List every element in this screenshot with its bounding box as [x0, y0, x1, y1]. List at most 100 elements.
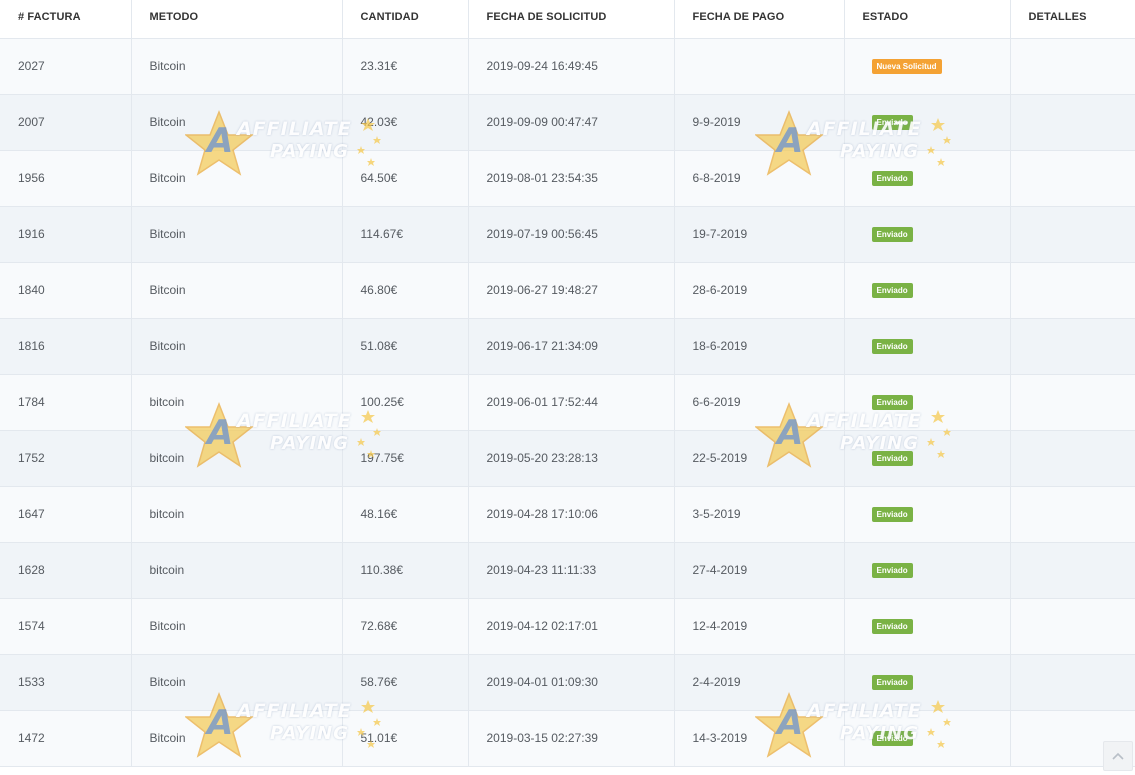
cell-factura: 1816 [0, 318, 132, 375]
invoice-page: # FACTURA METODO CANTIDAD FECHA DE SOLIC… [0, 0, 1135, 775]
cell-metodo: bitcoin [131, 542, 343, 599]
cell-fecha-pago: 2-4-2019 [674, 654, 845, 711]
cell-metodo: Bitcoin [131, 598, 343, 655]
table-row: 1840 Bitcoin 46.80€ 2019-06-27 19:48:27 28-6… [0, 262, 1135, 319]
cell-fecha-pago: 19-7-2019 [674, 206, 845, 263]
cell-fecha-solicitud: 2019-06-17 21:34:09 [468, 318, 675, 375]
cell-detalles[interactable] [1010, 150, 1135, 207]
header-factura[interactable]: # FACTURA [0, 0, 132, 39]
cell-estado: Enviado [844, 150, 1011, 207]
cell-detalles[interactable] [1010, 486, 1135, 543]
cell-cantidad: 23.31€ [342, 38, 469, 95]
header-fecha-pago[interactable]: FECHA DE PAGO [674, 0, 845, 39]
header-cantidad[interactable]: CANTIDAD [342, 0, 469, 39]
cell-metodo: Bitcoin [131, 94, 343, 151]
status-badge: Enviado [871, 282, 913, 298]
cell-estado: Enviado [844, 262, 1011, 319]
cell-fecha-pago: 27-4-2019 [674, 542, 845, 599]
cell-metodo: Bitcoin [131, 318, 343, 375]
cell-fecha-pago: 22-5-2019 [674, 430, 845, 487]
header-estado[interactable]: ESTADO [844, 0, 1011, 39]
table-row: 1628 bitcoin 110.38€ 2019-04-23 11:11:33 27-… [0, 542, 1135, 599]
cell-detalles[interactable] [1010, 430, 1135, 487]
cell-metodo: Bitcoin [131, 38, 343, 95]
cell-factura: 1533 [0, 654, 132, 711]
table-row: 1472 Bitcoin 51.01€ 2019-03-15 02:27:39 14-3… [0, 710, 1135, 767]
cell-metodo: bitcoin [131, 374, 343, 431]
cell-fecha-pago: 14-3-2019 [674, 710, 845, 767]
cell-cantidad: 42.03€ [342, 94, 469, 151]
cell-detalles[interactable] [1010, 262, 1135, 319]
cell-estado: Enviado [844, 430, 1011, 487]
cell-fecha-solicitud: 2019-04-23 11:11:33 [468, 542, 675, 599]
cell-factura: 2007 [0, 94, 132, 151]
cell-fecha-solicitud: 2019-06-01 17:52:44 [468, 374, 675, 431]
invoice-table: # FACTURA METODO CANTIDAD FECHA DE SOLIC… [0, 0, 1135, 767]
table-row: 1574 Bitcoin 72.68€ 2019-04-12 02:17:01 12-4… [0, 598, 1135, 655]
cell-cantidad: 197.75€ [342, 430, 469, 487]
table-header: # FACTURA METODO CANTIDAD FECHA DE SOLIC… [0, 0, 1135, 39]
status-badge: Enviado [871, 674, 913, 690]
header-row: # FACTURA METODO CANTIDAD FECHA DE SOLIC… [0, 0, 1135, 39]
cell-factura: 1647 [0, 486, 132, 543]
cell-detalles[interactable] [1010, 318, 1135, 375]
cell-detalles[interactable] [1010, 542, 1135, 599]
cell-detalles[interactable] [1010, 654, 1135, 711]
cell-fecha-solicitud: 2019-09-09 00:47:47 [468, 94, 675, 151]
cell-cantidad: 58.76€ [342, 654, 469, 711]
cell-estado: Enviado [844, 654, 1011, 711]
header-fecha-solicitud[interactable]: FECHA DE SOLICITUD [468, 0, 675, 39]
table-body: 2027 Bitcoin 23.31€ 2019-09-24 16:49:45 Nuev… [0, 38, 1135, 767]
table-row: 1816 Bitcoin 51.08€ 2019-06-17 21:34:09 18-6… [0, 318, 1135, 375]
cell-estado: Enviado [844, 94, 1011, 151]
cell-detalles[interactable] [1010, 598, 1135, 655]
table-row: 1956 Bitcoin 64.50€ 2019-08-01 23:54:35 6-8-… [0, 150, 1135, 207]
cell-cantidad: 72.68€ [342, 598, 469, 655]
cell-cantidad: 64.50€ [342, 150, 469, 207]
table-row: 1533 Bitcoin 58.76€ 2019-04-01 01:09:30 2-4-… [0, 654, 1135, 711]
cell-factura: 2027 [0, 38, 132, 95]
cell-cantidad: 110.38€ [342, 542, 469, 599]
cell-estado: Enviado [844, 710, 1011, 767]
status-badge: Enviado [871, 618, 913, 634]
table-row: 2007 Bitcoin 42.03€ 2019-09-09 00:47:47 9-9-… [0, 94, 1135, 151]
cell-metodo: Bitcoin [131, 710, 343, 767]
cell-factura: 1752 [0, 430, 132, 487]
status-badge: Nueva Solicitud [871, 58, 942, 74]
status-badge: Enviado [871, 170, 913, 186]
scroll-to-top-button[interactable] [1103, 741, 1133, 771]
cell-factura: 1784 [0, 374, 132, 431]
cell-fecha-pago: 6-8-2019 [674, 150, 845, 207]
cell-estado: Enviado [844, 374, 1011, 431]
cell-fecha-pago: 3-5-2019 [674, 486, 845, 543]
cell-metodo: Bitcoin [131, 206, 343, 263]
status-badge: Enviado [871, 226, 913, 242]
table-row: 1784 bitcoin 100.25€ 2019-06-01 17:52:44 6-6… [0, 374, 1135, 431]
header-metodo[interactable]: METODO [131, 0, 343, 39]
cell-fecha-pago: 6-6-2019 [674, 374, 845, 431]
cell-fecha-pago [674, 38, 845, 95]
status-badge: Enviado [871, 730, 913, 746]
cell-fecha-solicitud: 2019-09-24 16:49:45 [468, 38, 675, 95]
cell-cantidad: 100.25€ [342, 374, 469, 431]
header-detalles[interactable]: DETALLES [1010, 0, 1135, 39]
cell-metodo: bitcoin [131, 486, 343, 543]
cell-fecha-solicitud: 2019-08-01 23:54:35 [468, 150, 675, 207]
cell-detalles[interactable] [1010, 94, 1135, 151]
cell-fecha-pago: 18-6-2019 [674, 318, 845, 375]
status-badge: Enviado [871, 562, 913, 578]
cell-metodo: Bitcoin [131, 654, 343, 711]
cell-estado: Enviado [844, 318, 1011, 375]
table-row: 1752 bitcoin 197.75€ 2019-05-20 23:28:13 22-… [0, 430, 1135, 487]
cell-fecha-solicitud: 2019-07-19 00:56:45 [468, 206, 675, 263]
cell-metodo: Bitcoin [131, 262, 343, 319]
table-row: 1916 Bitcoin 114.67€ 2019-07-19 00:56:45 19-… [0, 206, 1135, 263]
cell-detalles[interactable] [1010, 374, 1135, 431]
status-badge: Enviado [871, 338, 913, 354]
cell-factura: 1840 [0, 262, 132, 319]
status-badge: Enviado [871, 114, 913, 130]
cell-factura: 1574 [0, 598, 132, 655]
status-badge: Enviado [871, 506, 913, 522]
cell-detalles[interactable] [1010, 38, 1135, 95]
cell-detalles[interactable] [1010, 206, 1135, 263]
